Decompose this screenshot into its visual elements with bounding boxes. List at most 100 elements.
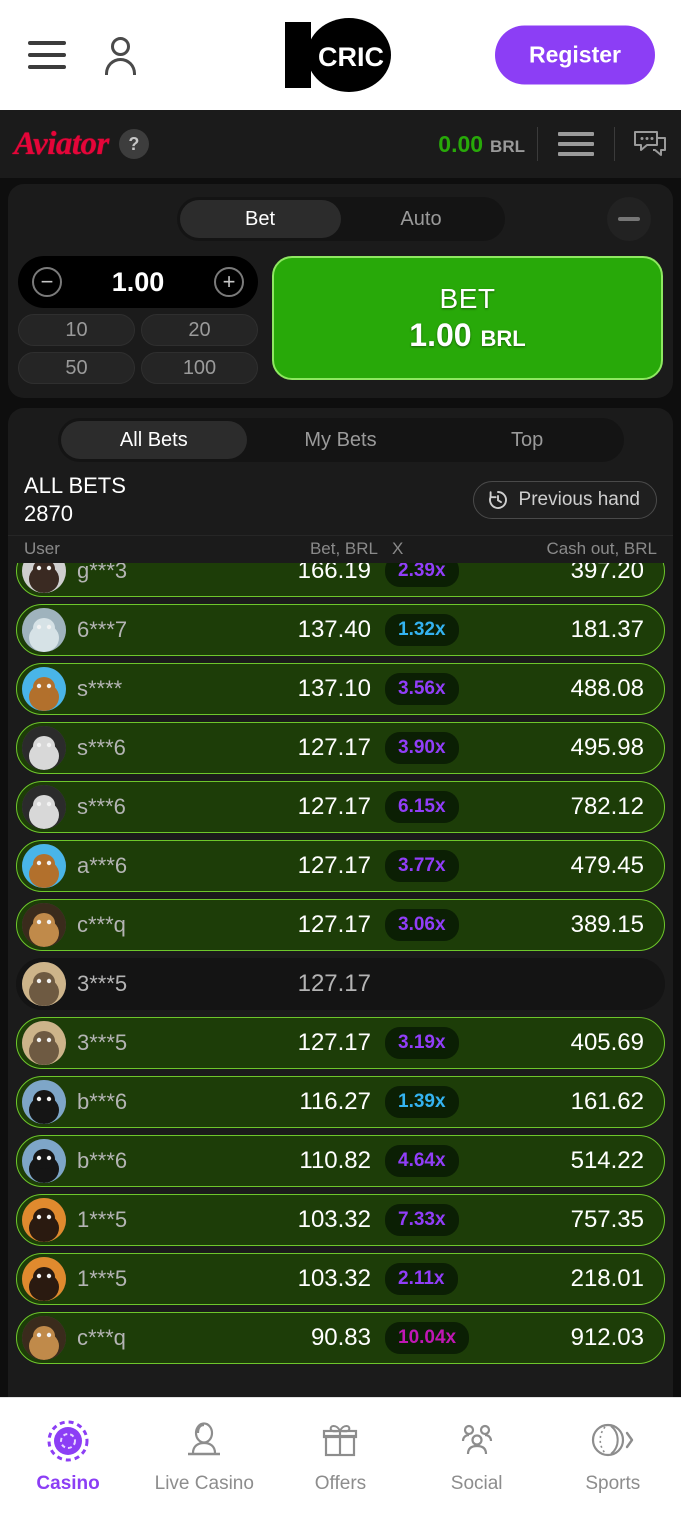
quick-amount-grid: 10 20 50 100 — [18, 314, 258, 384]
quick-amount-50[interactable]: 50 — [18, 352, 135, 384]
game-menu-icon[interactable] — [558, 132, 594, 156]
bet-cta-currency: BRL — [480, 325, 526, 351]
row-bet-amount: 103.32 — [297, 1206, 371, 1233]
table-row[interactable]: c***q 127.17 3.06x 389.15 — [16, 899, 665, 951]
row-bet-amount: 137.10 — [297, 675, 371, 702]
mask-avatar — [22, 1139, 66, 1183]
row-multiplier-cell: 2.39x — [371, 563, 467, 587]
row-cashout-amount: 389.15 — [570, 911, 644, 938]
table-row[interactable]: a***6 127.17 3.77x 479.45 — [16, 840, 665, 892]
table-row[interactable]: g***3 166.19 2.39x 397.20 — [16, 563, 665, 597]
nav-item-sports[interactable]: Sports — [548, 1418, 678, 1495]
squirrel-avatar — [22, 667, 66, 711]
status-badge: 7.33x — [385, 1204, 459, 1236]
tab-top[interactable]: Top — [434, 421, 621, 459]
stake-value[interactable]: 1.00 — [112, 267, 165, 298]
bet-mode-tabs: Bet Auto — [18, 196, 663, 242]
person-icon[interactable] — [102, 35, 140, 75]
help-icon[interactable]: ? — [118, 129, 149, 159]
row-cashout-amount: 495.98 — [570, 734, 644, 761]
all-bets-heading: ALL BETS — [24, 473, 126, 498]
history-clock-icon — [488, 490, 507, 509]
minus-icon — [618, 217, 640, 221]
quick-amount-10[interactable]: 10 — [18, 314, 135, 346]
row-username: s**** — [77, 676, 123, 701]
chat-bubbles-icon[interactable] — [633, 129, 667, 159]
minimize-button[interactable] — [607, 197, 651, 241]
bat-avatar — [22, 563, 66, 593]
table-row[interactable]: 1***5 103.32 2.11x 218.01 — [16, 1253, 665, 1305]
row-cashout-amount: 782.12 — [570, 793, 644, 820]
quick-amount-100[interactable]: 100 — [141, 352, 258, 384]
nav-item-social[interactable]: Social — [412, 1418, 542, 1495]
row-username: 1***5 — [77, 1207, 128, 1232]
increase-stake-button[interactable]: + — [214, 267, 244, 297]
decrease-stake-button[interactable]: − — [32, 267, 62, 297]
tab-my-bets[interactable]: My Bets — [247, 421, 434, 459]
row-bet-amount: 110.82 — [299, 1147, 371, 1174]
bets-list: g***3 166.19 2.39x 397.20 6***7 137.40 1.32x 18… — [8, 563, 673, 1371]
row-user-cell: g***3 — [17, 563, 267, 593]
table-row[interactable]: s***6 127.17 6.15x 782.12 — [16, 781, 665, 833]
row-multiplier-cell: 7.33x — [371, 1204, 467, 1236]
table-row[interactable]: b***6 116.27 1.39x 161.62 — [16, 1076, 665, 1128]
table-row[interactable]: c***q 90.83 10.04x 912.03 — [16, 1312, 665, 1364]
brand-logo[interactable]: CRIC — [284, 18, 397, 92]
row-username: s***6 — [77, 735, 126, 760]
row-user-cell: 6***7 — [17, 608, 267, 652]
quantity-stepper: − 1.00 + — [18, 256, 258, 308]
table-row[interactable]: 6***7 137.40 1.32x 181.37 — [16, 604, 665, 656]
table-row[interactable]: 1***5 103.32 7.33x 757.35 — [16, 1194, 665, 1246]
row-username: a***6 — [77, 853, 128, 878]
nav-item-casino[interactable]: Casino — [3, 1418, 133, 1495]
row-cashout-amount: 161.62 — [570, 1088, 644, 1115]
column-header-cashout: Cash out, BRL — [546, 539, 657, 558]
tencric-logo-icon: CRIC — [284, 18, 391, 92]
tiger-avatar — [22, 1257, 66, 1301]
row-multiplier-cell: 3.77x — [371, 850, 467, 882]
bottom-navigation: Casino Live Casino Offers Social Sports — [0, 1397, 681, 1515]
cat-avatar — [22, 1316, 66, 1360]
place-bet-button[interactable]: BET 1.00 BRL — [272, 256, 663, 380]
table-row[interactable]: s**** 137.10 3.56x 488.08 — [16, 663, 665, 715]
row-username: 3***5 — [77, 1030, 128, 1055]
row-cashout-amount: 488.08 — [570, 675, 644, 702]
bet-cta-amount: 1.00 BRL — [409, 317, 525, 354]
brand-header: CRIC Register — [0, 0, 681, 110]
balance-currency: BRL — [490, 136, 525, 156]
nav-item-offers[interactable]: Offers — [275, 1418, 405, 1495]
quick-amount-20[interactable]: 20 — [141, 314, 258, 346]
hamburger-bar — [28, 53, 66, 57]
nav-item-live-casino[interactable]: Live Casino — [139, 1418, 269, 1495]
status-badge: 3.77x — [385, 850, 459, 882]
nav-item-label: Sports — [585, 1473, 641, 1494]
bet-cta-amount-value: 1.00 — [409, 316, 472, 353]
tab-all-bets[interactable]: All Bets — [60, 421, 248, 459]
balance-display: 0.00 BRL — [438, 131, 525, 158]
status-badge: 3.56x — [385, 673, 459, 705]
svg-text:CRIC: CRIC — [318, 42, 384, 72]
all-bets-heading-block: ALL BETS 2870 — [24, 472, 126, 527]
table-row[interactable]: 3***5 127.17 3.19x 405.69 — [16, 1017, 665, 1069]
tab-auto[interactable]: Auto — [341, 200, 502, 238]
row-bet-amount: 127.17 — [297, 1029, 371, 1056]
column-header-multiplier: X — [392, 539, 404, 558]
row-cashout-amount: 479.45 — [570, 852, 644, 879]
row-username: c***q — [77, 1325, 126, 1350]
bets-table-header: User Bet, BRL X Cash out, BRL — [8, 535, 673, 563]
hamburger-menu-icon[interactable] — [28, 41, 66, 69]
table-row[interactable]: 3***5 127.17 — [16, 958, 665, 1010]
previous-hand-button[interactable]: Previous hand — [472, 480, 657, 519]
row-multiplier-cell: 1.32x — [371, 614, 467, 646]
table-row[interactable]: s***6 127.17 3.90x 495.98 — [16, 722, 665, 774]
register-button[interactable]: Register — [494, 25, 655, 85]
cricket-ball-icon — [587, 1418, 639, 1464]
status-badge: 3.19x — [385, 1027, 459, 1059]
row-bet-amount: 116.27 — [299, 1088, 371, 1115]
hamburger-bar — [28, 65, 66, 69]
row-user-cell: b***6 — [17, 1080, 267, 1124]
bets-list-scroll[interactable]: g***3 166.19 2.39x 397.20 6***7 137.40 1.32x 18… — [8, 563, 673, 1397]
table-row[interactable]: b***6 110.82 4.64x 514.22 — [16, 1135, 665, 1187]
row-bet-amount: 127.17 — [297, 793, 371, 820]
tab-bet[interactable]: Bet — [179, 200, 341, 238]
